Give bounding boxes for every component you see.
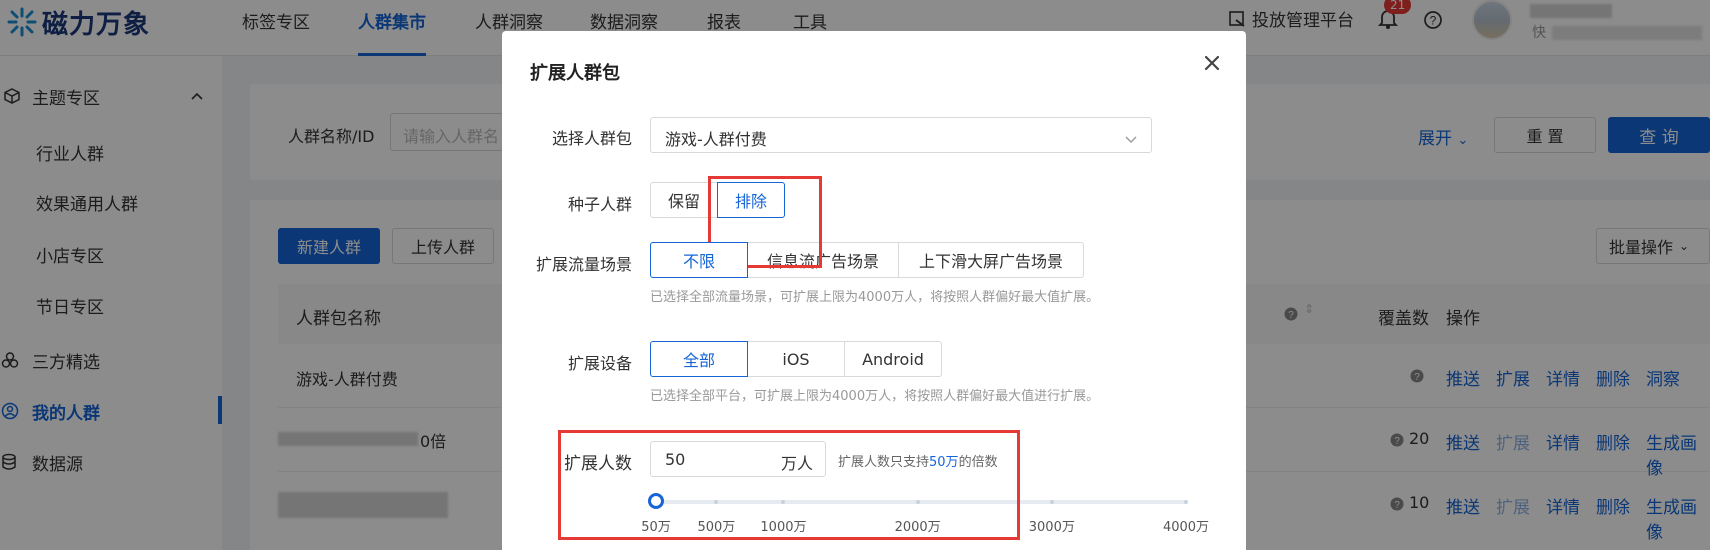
scene-option-unlimited[interactable]: 不限 bbox=[650, 242, 748, 278]
seed-crowd-label: 种子人群 bbox=[567, 195, 632, 214]
slider-tick-dot bbox=[1184, 500, 1188, 504]
crowd-select[interactable]: 游戏-人群付费 bbox=[650, 117, 1152, 153]
scene-option-fullscreen[interactable]: 上下滑大屏广告场景 bbox=[898, 242, 1084, 278]
crowd-select-value: 游戏-人群付费 bbox=[665, 130, 767, 149]
slider-tick-label: 4000万 bbox=[1162, 520, 1210, 535]
select-crowd-label: 选择人群包 bbox=[551, 129, 632, 148]
device-hint: 已选择全部平台，可扩展上限为4000万人，将按照人群偏好最大值进行扩展。 bbox=[650, 389, 1100, 404]
chevron-down-icon bbox=[1125, 130, 1137, 143]
device-option-ios[interactable]: iOS bbox=[747, 341, 845, 377]
modal-title: 扩展人群包 bbox=[530, 63, 620, 84]
slider-tick-dot bbox=[1049, 500, 1054, 504]
device-label: 扩展设备 bbox=[567, 354, 632, 373]
scene-radio-group: 不限 信息流广告场景 上下滑大屏广告场景 bbox=[650, 242, 1084, 278]
seed-crowd-radio-group: 保留 排除 bbox=[650, 182, 785, 218]
scene-hint: 已选择全部流量场景，可扩展上限为4000万人，将按照人群偏好最大值扩展。 bbox=[650, 290, 1100, 305]
device-option-android[interactable]: Android bbox=[844, 341, 942, 377]
device-option-all[interactable]: 全部 bbox=[650, 341, 748, 377]
scene-label: 扩展流量场景 bbox=[535, 255, 632, 274]
slider-tick-label: 3000万 bbox=[1028, 520, 1075, 535]
highlight-box-extend-count bbox=[558, 430, 1020, 540]
close-icon bbox=[1204, 55, 1220, 71]
seed-option-exclude[interactable]: 排除 bbox=[717, 182, 785, 218]
device-radio-group: 全部 iOS Android bbox=[650, 341, 942, 377]
close-button[interactable] bbox=[1200, 51, 1224, 75]
